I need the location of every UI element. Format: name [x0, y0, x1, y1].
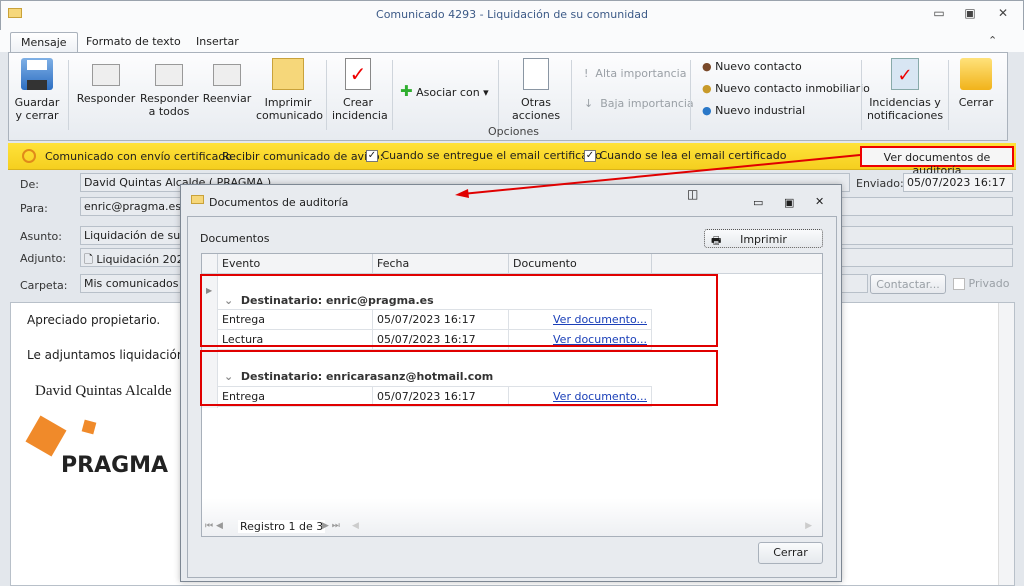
annotation-arrow [455, 154, 861, 198]
